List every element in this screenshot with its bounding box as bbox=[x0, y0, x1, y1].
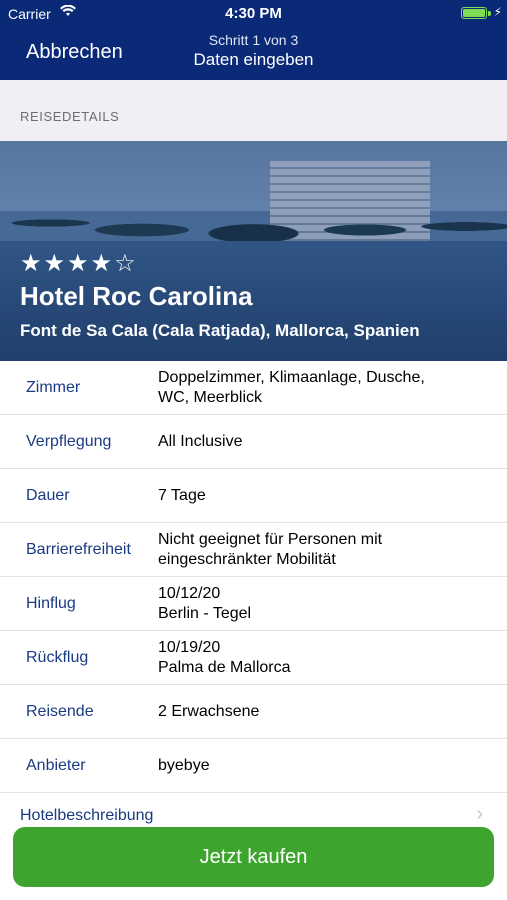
step-indicator: Schritt 1 von 3 bbox=[208, 32, 299, 48]
detail-row: Dauer 7 Tage bbox=[0, 469, 507, 523]
hotel-hero-image: ★★★★☆ Hotel Roc Carolina Font de Sa Cala… bbox=[0, 141, 507, 361]
page-title: Daten eingeben bbox=[193, 50, 314, 69]
rating-stars-icon: ★★★★☆ bbox=[20, 250, 138, 277]
chevron-right-icon: › bbox=[476, 803, 483, 825]
hotel-description-link[interactable]: Hotelbeschreibung › bbox=[0, 795, 507, 825]
detail-value: 7 Tage bbox=[158, 486, 467, 506]
battery-tip bbox=[488, 11, 491, 16]
detail-row: Reisende 2 Erwachsene bbox=[0, 685, 507, 739]
detail-value-line: 10/19/20 bbox=[158, 638, 221, 656]
detail-label: Anbieter bbox=[26, 756, 86, 774]
detail-row: Verpflegung All Inclusive bbox=[0, 415, 507, 469]
hotel-name: Hotel Roc Carolina bbox=[20, 281, 253, 311]
detail-row: Zimmer Doppelzimmer, Klimaanlage, Dusche,… bbox=[0, 361, 507, 415]
detail-value-line: Berlin - Tegel bbox=[158, 604, 252, 622]
detail-value-line: WC, Meerblick bbox=[158, 388, 263, 406]
detail-value: 10/19/20 Palma de Mallorca bbox=[158, 638, 467, 678]
detail-value-line: 7 Tage bbox=[158, 486, 206, 504]
detail-label: Rückflug bbox=[26, 648, 89, 666]
detail-value-line: All Inclusive bbox=[158, 432, 243, 450]
detail-value-line: eingeschränkter Mobilität bbox=[158, 550, 336, 568]
detail-label: Verpflegung bbox=[26, 432, 112, 450]
section-header-label: REISEDETAILS bbox=[20, 109, 120, 124]
hotel-location: Font de Sa Cala (Cala Ratjada), Mallorca… bbox=[20, 321, 420, 340]
detail-value-line: 10/12/20 bbox=[158, 584, 221, 602]
detail-label: Reisende bbox=[26, 702, 94, 720]
nav-title: Schritt 1 von 3 Daten eingeben bbox=[0, 32, 507, 70]
detail-value: 2 Erwachsene bbox=[158, 702, 467, 722]
clock: 4:30 PM bbox=[225, 5, 282, 22]
detail-value: Nicht geeignet für Personen mit eingeschr… bbox=[158, 530, 467, 570]
charging-icon: ⚡ bbox=[493, 5, 502, 19]
details-list: Zimmer Doppelzimmer, Klimaanlage, Dusche,… bbox=[0, 361, 507, 793]
detail-value-line: byebye bbox=[158, 756, 210, 774]
status-bar: Carrier 4:30 PM ⚡ bbox=[0, 0, 507, 28]
detail-value-line: Doppelzimmer, Klimaanlage, Dusche, bbox=[158, 368, 425, 386]
detail-label: Hinflug bbox=[26, 594, 76, 612]
detail-row: Hinflug 10/12/20 Berlin - Tegel bbox=[0, 577, 507, 631]
section-header: REISEDETAILS bbox=[0, 80, 507, 141]
detail-value: 10/12/20 Berlin - Tegel bbox=[158, 584, 467, 624]
detail-value-line: Palma de Mallorca bbox=[158, 658, 291, 676]
battery-icon bbox=[461, 7, 487, 19]
detail-label: Zimmer bbox=[26, 378, 81, 396]
detail-value-line: 2 Erwachsene bbox=[158, 702, 260, 720]
detail-label: Dauer bbox=[26, 486, 70, 504]
buy-button[interactable]: Jetzt kaufen bbox=[13, 827, 494, 887]
detail-row: Rückflug 10/19/20 Palma de Mallorca bbox=[0, 631, 507, 685]
navigation-bar: Carrier 4:30 PM ⚡ Abbrechen Schritt 1 vo… bbox=[0, 0, 507, 80]
detail-row: Barrierefreiheit Nicht geeignet für Perso… bbox=[0, 523, 507, 577]
detail-value: All Inclusive bbox=[158, 432, 467, 452]
detail-row: Anbieter byebye bbox=[0, 739, 507, 793]
detail-value: byebye bbox=[158, 756, 467, 776]
detail-label: Barrierefreiheit bbox=[26, 540, 131, 558]
hotel-description-label: Hotelbeschreibung bbox=[20, 807, 154, 824]
detail-value: Doppelzimmer, Klimaanlage, Dusche, WC, Me… bbox=[158, 368, 467, 408]
detail-value-line: Nicht geeignet für Personen mit bbox=[158, 530, 383, 548]
